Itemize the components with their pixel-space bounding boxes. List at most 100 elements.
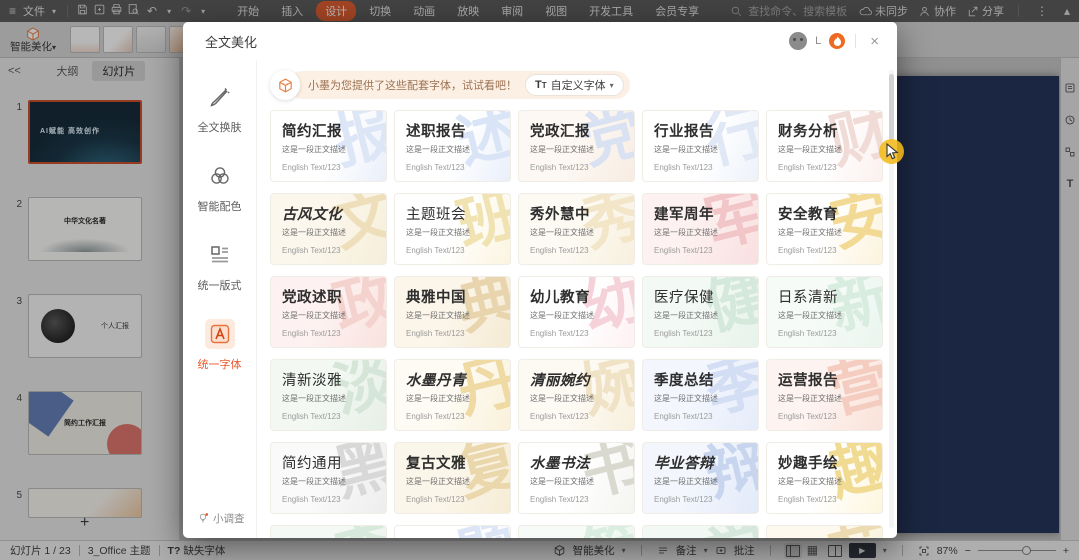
divider (855, 34, 857, 48)
font-theme-card-古风文化[interactable]: 文古风文化 这是一段正文描述 English Text/123 (270, 193, 387, 265)
card-english-sample: English Text/123 (406, 163, 465, 172)
font-theme-card-运营报告[interactable]: 营运营报告 这是一段正文描述 English Text/123 (766, 359, 883, 431)
card-title: 文艺森系 (282, 535, 375, 538)
font-theme-card-述职报告[interactable]: 述述职报告 这是一段正文描述 English Text/123 (394, 110, 511, 182)
card-english-sample: English Text/123 (654, 495, 713, 504)
card-title: 安全教育 (778, 207, 838, 223)
card-english-sample: English Text/123 (778, 246, 837, 255)
font-theme-card-开题答辩[interactable]: 题开题答辩这是一段正文描述English Text/123 (394, 525, 511, 538)
sidebar-item-label: 统一字体 (197, 359, 242, 371)
card-english-sample: English Text/123 (406, 495, 465, 504)
dialog-header: 全文美化 L × (183, 22, 897, 60)
font-theme-card-安全教育[interactable]: 安安全教育 这是一段正文描述 English Text/123 (766, 193, 883, 265)
font-theme-card-水墨丹青[interactable]: 丹水墨丹青 这是一段正文描述 English Text/123 (394, 359, 511, 431)
card-description: 这是一段正文描述 (282, 394, 346, 403)
card-title: 教学汇报 (654, 535, 747, 538)
card-description: 这是一段正文描述 (406, 145, 470, 154)
survey-link[interactable]: 小调查 (197, 511, 245, 526)
card-title: 清新简约 (530, 535, 623, 538)
font-theme-card-日系清新[interactable]: 新日系清新 这是一段正文描述 English Text/123 (766, 276, 883, 348)
card-title: 清丽婉约 (530, 372, 590, 389)
sidebar-item-智能配色[interactable]: 智能配色 (198, 161, 242, 214)
font-theme-card-清新简约[interactable]: 简清新简约这是一段正文描述English Text/123 (518, 525, 635, 538)
card-english-sample: English Text/123 (654, 329, 713, 338)
card-description: 这是一段正文描述 (778, 394, 842, 403)
palette-icon (205, 161, 235, 191)
font-icon: TT (535, 79, 547, 91)
font-theme-card-清新淡雅[interactable]: 淡清新淡雅 这是一段正文描述 English Text/123 (270, 359, 387, 431)
card-english-sample: English Text/123 (530, 163, 589, 172)
font-theme-card-主题班会[interactable]: 班主题班会 这是一段正文描述 English Text/123 (394, 193, 511, 265)
sidebar-item-全文换肤[interactable]: 全文换肤 (198, 82, 242, 135)
card-title: 季度总结 (654, 373, 714, 389)
card-title: 文艺复古 (778, 535, 871, 538)
caret-down-icon: ▾ (609, 80, 614, 90)
card-english-sample: English Text/123 (282, 495, 341, 504)
card-english-sample: English Text/123 (778, 412, 837, 421)
font-theme-card-水墨书法[interactable]: 书水墨书法 这是一段正文描述 English Text/123 (518, 442, 635, 514)
font-theme-card-季度总结[interactable]: 季季度总结 这是一段正文描述 English Text/123 (642, 359, 759, 431)
avatar[interactable] (789, 32, 808, 50)
card-title: 复古文雅 (406, 456, 466, 472)
card-description: 这是一段正文描述 (406, 228, 470, 237)
sidebar-item-统一版式[interactable]: 统一版式 (198, 240, 242, 293)
card-title: 古风文化 (282, 206, 342, 223)
card-title: 清新淡雅 (282, 373, 342, 389)
card-title: 典雅中国 (406, 290, 466, 306)
font-theme-card-行业报告[interactable]: 行行业报告 这是一段正文描述 English Text/123 (642, 110, 759, 182)
card-description: 这是一段正文描述 (530, 394, 594, 403)
font-theme-card-秀外慧中[interactable]: 秀秀外慧中 这是一段正文描述 English Text/123 (518, 193, 635, 265)
font-theme-card-简约汇报[interactable]: 报简约汇报 这是一段正文描述 English Text/123 (270, 110, 387, 182)
font-theme-card-幼儿教育[interactable]: 幼幼儿教育 这是一段正文描述 English Text/123 (518, 276, 635, 348)
font-theme-card-教学汇报[interactable]: 学教学汇报这是一段正文描述English Text/123 (642, 525, 759, 538)
card-description: 这是一段正文描述 (406, 394, 470, 403)
font-theme-card-党政述职[interactable]: 政党政述职 这是一段正文描述 English Text/123 (270, 276, 387, 348)
font-theme-card-清丽婉约[interactable]: 婉清丽婉约 这是一段正文描述 English Text/123 (518, 359, 635, 431)
card-description: 这是一段正文描述 (406, 311, 470, 320)
sidebar-item-label: 统一版式 (197, 280, 242, 292)
card-description: 这是一段正文描述 (282, 477, 346, 486)
font-theme-card-简约通用[interactable]: 黑简约通用 这是一段正文描述 English Text/123 (270, 442, 387, 514)
card-english-sample: English Text/123 (282, 412, 341, 421)
font-theme-card-毕业答辩[interactable]: 辩毕业答辩 这是一段正文描述 English Text/123 (642, 442, 759, 514)
font-theme-card-医疗保健[interactable]: 健医疗保健 这是一段正文描述 English Text/123 (642, 276, 759, 348)
font-theme-card-文艺复古[interactable]: 艺文艺复古这是一段正文描述English Text/123 (766, 525, 883, 538)
font-theme-grid: 报简约汇报 这是一段正文描述 English Text/123 述述职报告 这是一段正文… (270, 110, 885, 538)
card-title: 水墨书法 (530, 455, 590, 472)
assistant-cube-icon (270, 70, 300, 100)
card-title: 毕业答辩 (654, 455, 714, 472)
beautify-dialog: 全文美化 L × 全文换肤智能配色统一版式统一字体 小调查 小墨为您提供了这些配… (183, 22, 897, 538)
flame-badge-icon[interactable] (829, 33, 846, 49)
font-theme-card-文艺森系[interactable]: 森文艺森系这是一段正文描述English Text/123 (270, 525, 387, 538)
font-theme-card-党政汇报[interactable]: 党党政汇报 这是一段正文描述 English Text/123 (518, 110, 635, 182)
font-theme-card-典雅中国[interactable]: 典典雅中国 这是一段正文描述 English Text/123 (394, 276, 511, 348)
font-theme-card-妙趣手绘[interactable]: 趣妙趣手绘 这是一段正文描述 English Text/123 (766, 442, 883, 514)
card-description: 这是一段正文描述 (654, 394, 718, 403)
card-title: 妙趣手绘 (778, 456, 838, 472)
card-description: 这是一段正文描述 (778, 311, 842, 320)
card-description: 这是一段正文描述 (654, 145, 718, 154)
font-theme-card-财务分析[interactable]: 财财务分析 这是一段正文描述 English Text/123 (766, 110, 883, 182)
card-title: 开题答辩 (406, 535, 499, 538)
dialog-title: 全文美化 (205, 34, 258, 50)
dialog-content: 小墨为您提供了这些配套字体，试试看吧！ TT 自定义字体 ▾ 报简约汇报 这是一段… (257, 60, 897, 538)
skin-icon (205, 82, 235, 112)
sidebar-item-统一字体[interactable]: 统一字体 (198, 319, 242, 372)
card-english-sample: English Text/123 (530, 329, 589, 338)
scrollbar-thumb[interactable] (889, 74, 894, 140)
font-theme-card-复古文雅[interactable]: 复复古文雅 这是一段正文描述 English Text/123 (394, 442, 511, 514)
card-title: 简约汇报 (282, 124, 342, 140)
card-english-sample: English Text/123 (654, 246, 713, 255)
card-title: 述职报告 (406, 124, 466, 140)
font-icon (204, 319, 235, 349)
close-dialog-button[interactable]: × (866, 33, 883, 50)
font-theme-card-建军周年[interactable]: 军建军周年 这是一段正文描述 English Text/123 (642, 193, 759, 265)
card-description: 这是一段正文描述 (654, 228, 718, 237)
card-description: 这是一段正文描述 (654, 477, 718, 486)
custom-font-label: 自定义字体 (550, 80, 606, 92)
card-english-sample: English Text/123 (282, 163, 341, 172)
card-title: 党政述职 (282, 290, 342, 306)
card-english-sample: English Text/123 (654, 412, 713, 421)
card-description: 这是一段正文描述 (530, 228, 594, 237)
custom-font-dropdown[interactable]: TT 自定义字体 ▾ (525, 74, 624, 96)
